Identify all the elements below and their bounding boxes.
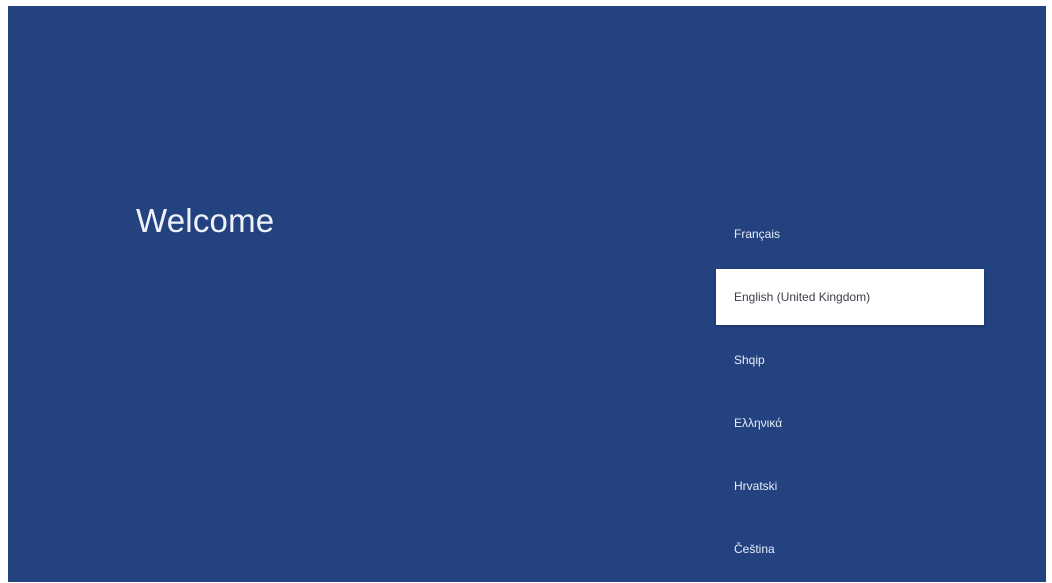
- setup-screen: Welcome Français English (United Kingdom…: [8, 6, 1046, 582]
- language-option-selected[interactable]: English (United Kingdom): [716, 269, 984, 325]
- language-option[interactable]: Ελληνικά: [716, 395, 984, 451]
- language-option[interactable]: Hrvatski: [716, 458, 984, 514]
- language-option[interactable]: Shqip: [716, 332, 984, 388]
- language-option[interactable]: Čeština: [716, 521, 984, 577]
- welcome-title: Welcome: [136, 202, 275, 239]
- language-option[interactable]: Français: [716, 206, 984, 262]
